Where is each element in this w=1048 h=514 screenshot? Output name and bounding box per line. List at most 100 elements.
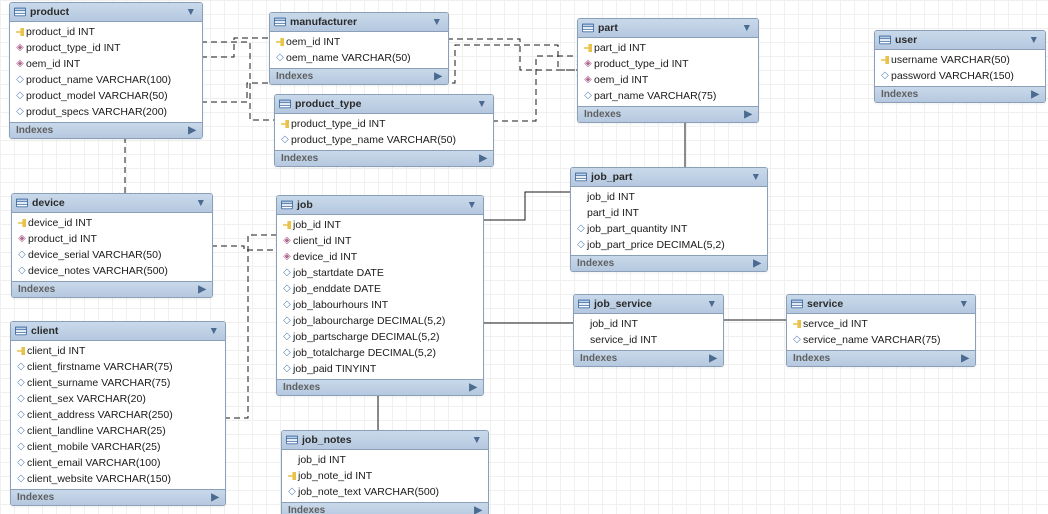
indexes-footer[interactable]: Indexes▶ bbox=[10, 122, 202, 138]
column-row[interactable]: ◇client_landline VARCHAR(25) bbox=[11, 423, 225, 439]
column-row[interactable]: ◇job_labourhours INT bbox=[277, 297, 483, 313]
entity-header[interactable]: user▼ bbox=[875, 31, 1045, 50]
expand-icon[interactable]: ▶ bbox=[198, 284, 206, 295]
entity-product_type[interactable]: product_type▼product_type_id INT◇product… bbox=[274, 94, 494, 167]
collapse-icon[interactable]: ▼ bbox=[190, 197, 206, 209]
indexes-footer[interactable]: Indexes▶ bbox=[275, 150, 493, 166]
entity-header[interactable]: job_part▼ bbox=[571, 168, 767, 187]
entity-job_part[interactable]: job_part▼◇job_id INT◇part_id INT◇job_par… bbox=[570, 167, 768, 272]
column-row[interactable]: username VARCHAR(50) bbox=[875, 52, 1045, 68]
column-row[interactable]: ◈product_type_id INT bbox=[10, 40, 202, 56]
indexes-footer[interactable]: Indexes▶ bbox=[282, 502, 488, 514]
entity-header[interactable]: part▼ bbox=[578, 19, 758, 38]
column-row[interactable]: ◇job_totalcharge DECIMAL(5,2) bbox=[277, 345, 483, 361]
column-row[interactable]: ◈oem_id INT bbox=[578, 72, 758, 88]
entity-header[interactable]: job_notes▼ bbox=[282, 431, 488, 450]
collapse-icon[interactable]: ▼ bbox=[953, 298, 969, 310]
collapse-icon[interactable]: ▼ bbox=[736, 22, 752, 34]
column-row[interactable]: product_id INT bbox=[10, 24, 202, 40]
column-row[interactable]: ◇part_name VARCHAR(75) bbox=[578, 88, 758, 104]
column-row[interactable]: ◈product_id INT bbox=[12, 231, 212, 247]
collapse-icon[interactable]: ▼ bbox=[426, 16, 442, 28]
collapse-icon[interactable]: ▼ bbox=[1023, 34, 1039, 46]
collapse-icon[interactable]: ▼ bbox=[471, 98, 487, 110]
column-row[interactable]: ◇client_mobile VARCHAR(25) bbox=[11, 439, 225, 455]
entity-service[interactable]: service▼ servce_id INT◇service_name VARCH… bbox=[786, 294, 976, 367]
column-row[interactable]: job_id INT bbox=[277, 217, 483, 233]
column-row[interactable]: ◇job_note_text VARCHAR(500) bbox=[282, 484, 488, 500]
column-row[interactable]: ◇job_partscharge DECIMAL(5,2) bbox=[277, 329, 483, 345]
column-row[interactable]: ◇job_labourcharge DECIMAL(5,2) bbox=[277, 313, 483, 329]
column-row[interactable]: ◇job_id INT bbox=[571, 189, 767, 205]
expand-icon[interactable]: ▶ bbox=[479, 153, 487, 164]
column-row[interactable]: job_note_id INT bbox=[282, 468, 488, 484]
column-row[interactable]: ◇device_notes VARCHAR(500) bbox=[12, 263, 212, 279]
column-row[interactable]: ◇client_address VARCHAR(250) bbox=[11, 407, 225, 423]
column-row[interactable]: device_id INT bbox=[12, 215, 212, 231]
collapse-icon[interactable]: ▼ bbox=[701, 298, 717, 310]
column-row[interactable]: ◇product_name VARCHAR(100) bbox=[10, 72, 202, 88]
expand-icon[interactable]: ▶ bbox=[211, 492, 219, 503]
entity-header[interactable]: client▼ bbox=[11, 322, 225, 341]
entity-manufacturer[interactable]: manufacturer▼ oem_id INT◇oem_name VARCHAR… bbox=[269, 12, 449, 85]
collapse-icon[interactable]: ▼ bbox=[461, 199, 477, 211]
indexes-footer[interactable]: Indexes▶ bbox=[574, 350, 723, 366]
entity-header[interactable]: manufacturer▼ bbox=[270, 13, 448, 32]
entity-client[interactable]: client▼ client_id INT◇client_firstname VA… bbox=[10, 321, 226, 506]
column-row[interactable]: ◈client_id INT bbox=[277, 233, 483, 249]
column-row[interactable]: ◇oem_name VARCHAR(50) bbox=[270, 50, 448, 66]
column-row[interactable]: ◇device_serial VARCHAR(50) bbox=[12, 247, 212, 263]
entity-job_notes[interactable]: job_notes▼ ◇job_id INTjob_note_id INT◇job… bbox=[281, 430, 489, 514]
expand-icon[interactable]: ▶ bbox=[469, 382, 477, 393]
column-row[interactable]: part_id INT bbox=[578, 40, 758, 56]
collapse-icon[interactable]: ▼ bbox=[180, 6, 196, 18]
column-row[interactable]: ◈device_id INT bbox=[277, 249, 483, 265]
indexes-footer[interactable]: Indexes▶ bbox=[277, 379, 483, 395]
expand-icon[interactable]: ▶ bbox=[474, 505, 482, 514]
entity-device[interactable]: device▼device_id INT◈product_id INT◇devi… bbox=[11, 193, 213, 298]
column-row[interactable]: ◈product_type_id INT bbox=[578, 56, 758, 72]
entity-product[interactable]: product▼ product_id INT◈product_type_id I… bbox=[9, 2, 203, 139]
column-row[interactable]: ◈oem_id INT bbox=[10, 56, 202, 72]
erd-canvas[interactable]: product▼product_id INT◈product_type_id I… bbox=[0, 0, 1048, 514]
entity-job[interactable]: job▼ job_id INT◈client_id INT◈device_id I… bbox=[276, 195, 484, 396]
expand-icon[interactable]: ▶ bbox=[709, 353, 717, 364]
column-row[interactable]: client_id INT bbox=[11, 343, 225, 359]
entity-header[interactable]: service▼ bbox=[787, 295, 975, 314]
entity-part[interactable]: part▼ part_id INT◈product_type_id INT◈oem… bbox=[577, 18, 759, 123]
column-row[interactable]: ◇client_website VARCHAR(150) bbox=[11, 471, 225, 487]
column-row[interactable]: ◇part_id INT bbox=[571, 205, 767, 221]
column-row[interactable]: ◇client_firstname VARCHAR(75) bbox=[11, 359, 225, 375]
expand-icon[interactable]: ▶ bbox=[744, 109, 752, 120]
indexes-footer[interactable]: Indexes▶ bbox=[578, 106, 758, 122]
expand-icon[interactable]: ▶ bbox=[753, 258, 761, 269]
expand-icon[interactable]: ▶ bbox=[961, 353, 969, 364]
entity-header[interactable]: product_type▼ bbox=[275, 95, 493, 114]
entity-job_service[interactable]: job_service▼◇job_id INT◇service_id INTIn… bbox=[573, 294, 724, 367]
entity-header[interactable]: job_service▼ bbox=[574, 295, 723, 314]
indexes-footer[interactable]: Indexes▶ bbox=[571, 255, 767, 271]
indexes-footer[interactable]: Indexes▶ bbox=[787, 350, 975, 366]
column-row[interactable]: ◇password VARCHAR(150) bbox=[875, 68, 1045, 84]
column-row[interactable]: oem_id INT bbox=[270, 34, 448, 50]
column-row[interactable]: ◇client_email VARCHAR(100) bbox=[11, 455, 225, 471]
indexes-footer[interactable]: Indexes▶ bbox=[875, 86, 1045, 102]
column-row[interactable]: ◇client_surname VARCHAR(75) bbox=[11, 375, 225, 391]
column-row[interactable]: ◇product_model VARCHAR(50) bbox=[10, 88, 202, 104]
entity-header[interactable]: product▼ bbox=[10, 3, 202, 22]
expand-icon[interactable]: ▶ bbox=[434, 71, 442, 82]
indexes-footer[interactable]: Indexes▶ bbox=[270, 68, 448, 84]
column-row[interactable]: ◇job_paid TINYINT bbox=[277, 361, 483, 377]
collapse-icon[interactable]: ▼ bbox=[745, 171, 761, 183]
column-row[interactable]: ◇job_id INT bbox=[282, 452, 488, 468]
column-row[interactable]: ◇produt_specs VARCHAR(200) bbox=[10, 104, 202, 120]
column-row[interactable]: ◇client_sex VARCHAR(20) bbox=[11, 391, 225, 407]
indexes-footer[interactable]: Indexes▶ bbox=[12, 281, 212, 297]
expand-icon[interactable]: ▶ bbox=[1031, 89, 1039, 100]
entity-header[interactable]: job▼ bbox=[277, 196, 483, 215]
entity-user[interactable]: user▼ username VARCHAR(50)◇password VARCH… bbox=[874, 30, 1046, 103]
column-row[interactable]: servce_id INT bbox=[787, 316, 975, 332]
column-row[interactable]: product_type_id INT bbox=[275, 116, 493, 132]
column-row[interactable]: ◇service_name VARCHAR(75) bbox=[787, 332, 975, 348]
indexes-footer[interactable]: Indexes▶ bbox=[11, 489, 225, 505]
